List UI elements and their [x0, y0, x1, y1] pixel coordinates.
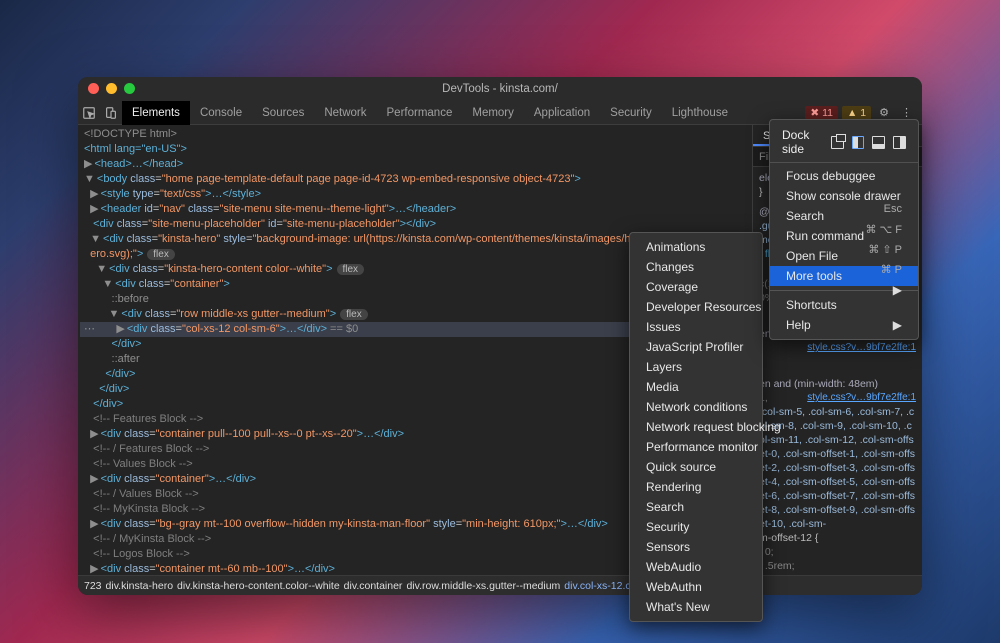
menu-item[interactable]: Rendering — [630, 477, 762, 497]
menu-item[interactable]: What's New — [630, 597, 762, 617]
window-title: DevTools - kinsta.com/ — [442, 83, 558, 95]
device-toggle-icon[interactable] — [100, 106, 122, 120]
tab-memory[interactable]: Memory — [462, 101, 524, 125]
menu-item[interactable]: Quick source — [630, 457, 762, 477]
tab-performance[interactable]: Performance — [377, 101, 463, 125]
menu-item[interactable]: Media — [630, 377, 762, 397]
zoom-icon[interactable] — [124, 83, 135, 94]
menu-item[interactable]: Sensors — [630, 537, 762, 557]
dock-side-row: Dock side — [770, 124, 918, 163]
menu-kebab-icon[interactable]: ⋮ — [897, 106, 916, 119]
menu-item[interactable]: Search — [630, 497, 762, 517]
tab-sources[interactable]: Sources — [252, 101, 314, 125]
menu-item[interactable]: Layers — [630, 357, 762, 377]
menu-item[interactable]: Show console drawerEsc — [770, 186, 918, 206]
inspect-icon[interactable] — [78, 106, 100, 120]
menu-item[interactable]: Performance monitor — [630, 437, 762, 457]
minimize-icon[interactable] — [106, 83, 117, 94]
titlebar: DevTools - kinsta.com/ — [78, 77, 922, 101]
menu-item[interactable]: Focus debuggee — [770, 166, 918, 186]
tab-lighthouse[interactable]: Lighthouse — [662, 101, 738, 125]
menu-item[interactable]: WebAudio — [630, 557, 762, 577]
menu-item[interactable]: Shortcuts — [770, 295, 918, 315]
menu-item[interactable]: Network conditions — [630, 397, 762, 417]
more-tools-submenu: AnimationsChangesCoverageDeveloper Resou… — [629, 232, 763, 622]
dock-left-icon[interactable] — [852, 136, 865, 149]
menu-item[interactable]: WebAuthn — [630, 577, 762, 597]
main-menu: Dock side Focus debuggeeShow console dra… — [769, 119, 919, 340]
dock-undock-icon[interactable] — [831, 136, 844, 149]
window-controls — [88, 83, 135, 94]
breadcrumb[interactable]: 723 div.kinsta-hero div.kinsta-hero-cont… — [78, 575, 922, 595]
dock-right-icon[interactable] — [893, 136, 906, 149]
tab-console[interactable]: Console — [190, 101, 252, 125]
tab-elements[interactable]: Elements — [122, 101, 190, 125]
errors-badge[interactable]: ✖ 11 — [805, 106, 838, 120]
menu-item[interactable]: Network request blocking — [630, 417, 762, 437]
menu-item[interactable]: Coverage — [630, 277, 762, 297]
stylesheet-link[interactable]: style.css?v…9bf7e2ffe:1 — [807, 341, 916, 355]
tab-security[interactable]: Security — [600, 101, 662, 125]
menu-item[interactable]: Changes — [630, 257, 762, 277]
menu-item[interactable]: Help▶ — [770, 315, 918, 335]
menu-item[interactable]: Developer Resources — [630, 297, 762, 317]
menu-item[interactable]: Security — [630, 517, 762, 537]
tab-application[interactable]: Application — [524, 101, 600, 125]
dock-bottom-icon[interactable] — [872, 136, 885, 149]
menu-item[interactable]: Animations — [630, 237, 762, 257]
menu-item[interactable]: Issues — [630, 317, 762, 337]
settings-gear-icon[interactable]: ⚙ — [875, 106, 893, 119]
menu-item[interactable]: JavaScript Profiler — [630, 337, 762, 357]
tab-network[interactable]: Network — [314, 101, 376, 125]
close-icon[interactable] — [88, 83, 99, 94]
warnings-badge[interactable]: ▲ 1 — [842, 106, 871, 120]
